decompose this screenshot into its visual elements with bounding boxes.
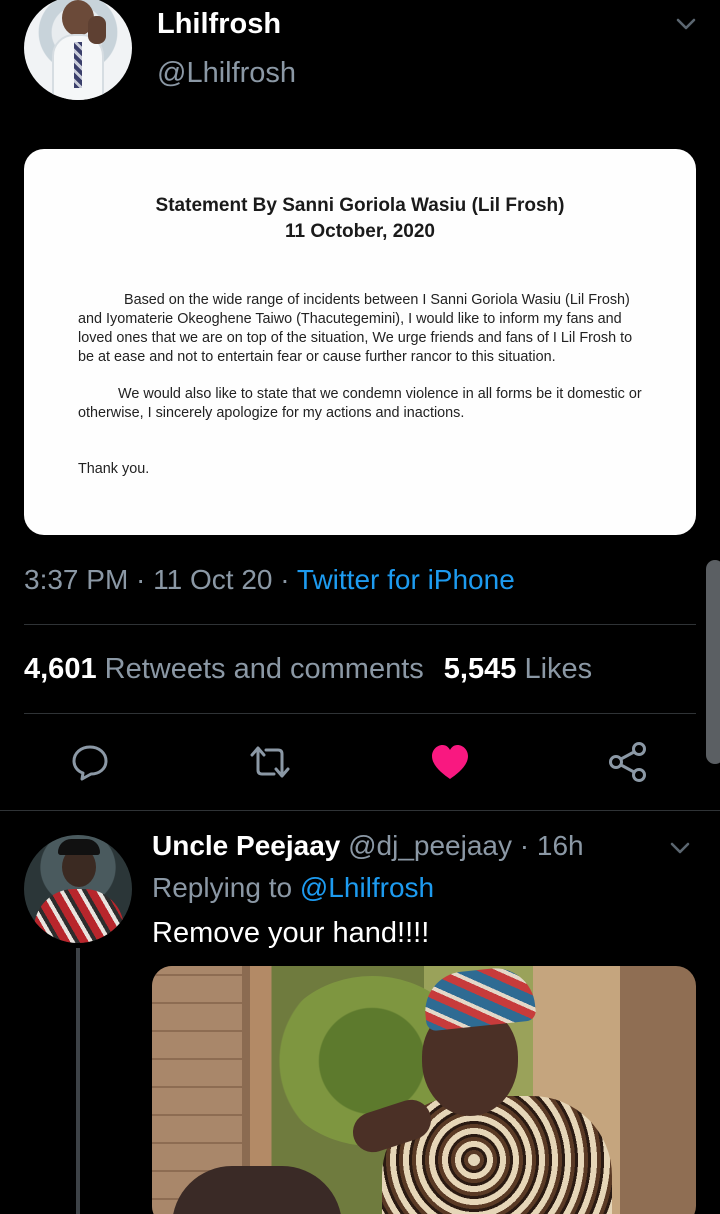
statement-image[interactable]: Statement By Sanni Goriola Wasiu (Lil Fr… xyxy=(24,149,696,535)
retweets-label: Retweets and comments xyxy=(104,653,424,685)
divider xyxy=(24,624,696,625)
reply-author[interactable]: Uncle Peejaay @dj_peejaay · 16h xyxy=(152,830,584,862)
tweet-source-link[interactable]: Twitter for iPhone xyxy=(297,564,515,595)
statement-date: 11 October, 2020 xyxy=(285,221,435,242)
share-icon xyxy=(609,742,646,782)
separator-dot: · xyxy=(512,830,537,861)
author-display-name[interactable]: Lhilfrosh xyxy=(157,8,281,41)
divider xyxy=(0,810,720,811)
likes-count: 5,545 xyxy=(443,653,517,685)
reply-text: Remove your hand!!!! xyxy=(152,917,430,949)
like-button[interactable] xyxy=(428,740,472,784)
retweets-count: 4,601 xyxy=(24,653,97,685)
separator-dot: · xyxy=(128,564,154,595)
reply-icon xyxy=(72,745,108,781)
reply-display-name[interactable]: Uncle Peejaay xyxy=(152,830,340,861)
author-avatar[interactable] xyxy=(24,0,132,100)
statement-closing: Thank you. xyxy=(78,461,150,477)
author-handle[interactable]: @Lhilfrosh xyxy=(157,57,296,90)
likes-label: Likes xyxy=(524,653,593,685)
reply-handle[interactable]: @dj_peejaay xyxy=(348,830,512,861)
tweet-stats: 4,601 Retweets and comments 5,545 Likes xyxy=(24,653,592,686)
chevron-down-icon[interactable] xyxy=(668,836,692,860)
retweet-button[interactable] xyxy=(248,740,292,784)
scrollbar-thumb[interactable] xyxy=(706,560,720,764)
statement-title: Statement By Sanni Goriola Wasiu (Lil Fr… xyxy=(155,195,565,216)
reply-button[interactable] xyxy=(68,740,112,784)
retweets-stat[interactable]: 4,601 Retweets and comments xyxy=(24,653,424,685)
tweet-meta: 3:37 PM · 11 Oct 20 · Twitter for iPhone xyxy=(24,564,515,596)
replying-to-mention[interactable]: @Lhilfrosh xyxy=(300,872,434,903)
replying-to: Replying to @Lhilfrosh xyxy=(152,872,434,904)
separator-dot: · xyxy=(272,564,297,595)
divider xyxy=(24,713,696,714)
reply-age: 16h xyxy=(536,830,584,861)
reply-media-image[interactable] xyxy=(152,966,696,1214)
thread-line xyxy=(76,948,80,1214)
reply-author-avatar[interactable] xyxy=(24,835,132,943)
chevron-down-icon[interactable] xyxy=(674,12,698,36)
likes-stat[interactable]: 5,545 Likes xyxy=(444,653,592,685)
tweet-time: 3:37 PM xyxy=(24,564,129,595)
retweet-icon xyxy=(250,746,290,778)
share-button[interactable] xyxy=(606,740,650,784)
statement-paragraph: We would also like to state that we cond… xyxy=(78,386,642,421)
statement-paragraph: Based on the wide range of incidents bet… xyxy=(78,292,633,365)
replying-to-label: Replying to xyxy=(152,872,293,903)
tweet-date: 11 Oct 20 xyxy=(153,564,273,595)
like-icon xyxy=(432,745,468,779)
